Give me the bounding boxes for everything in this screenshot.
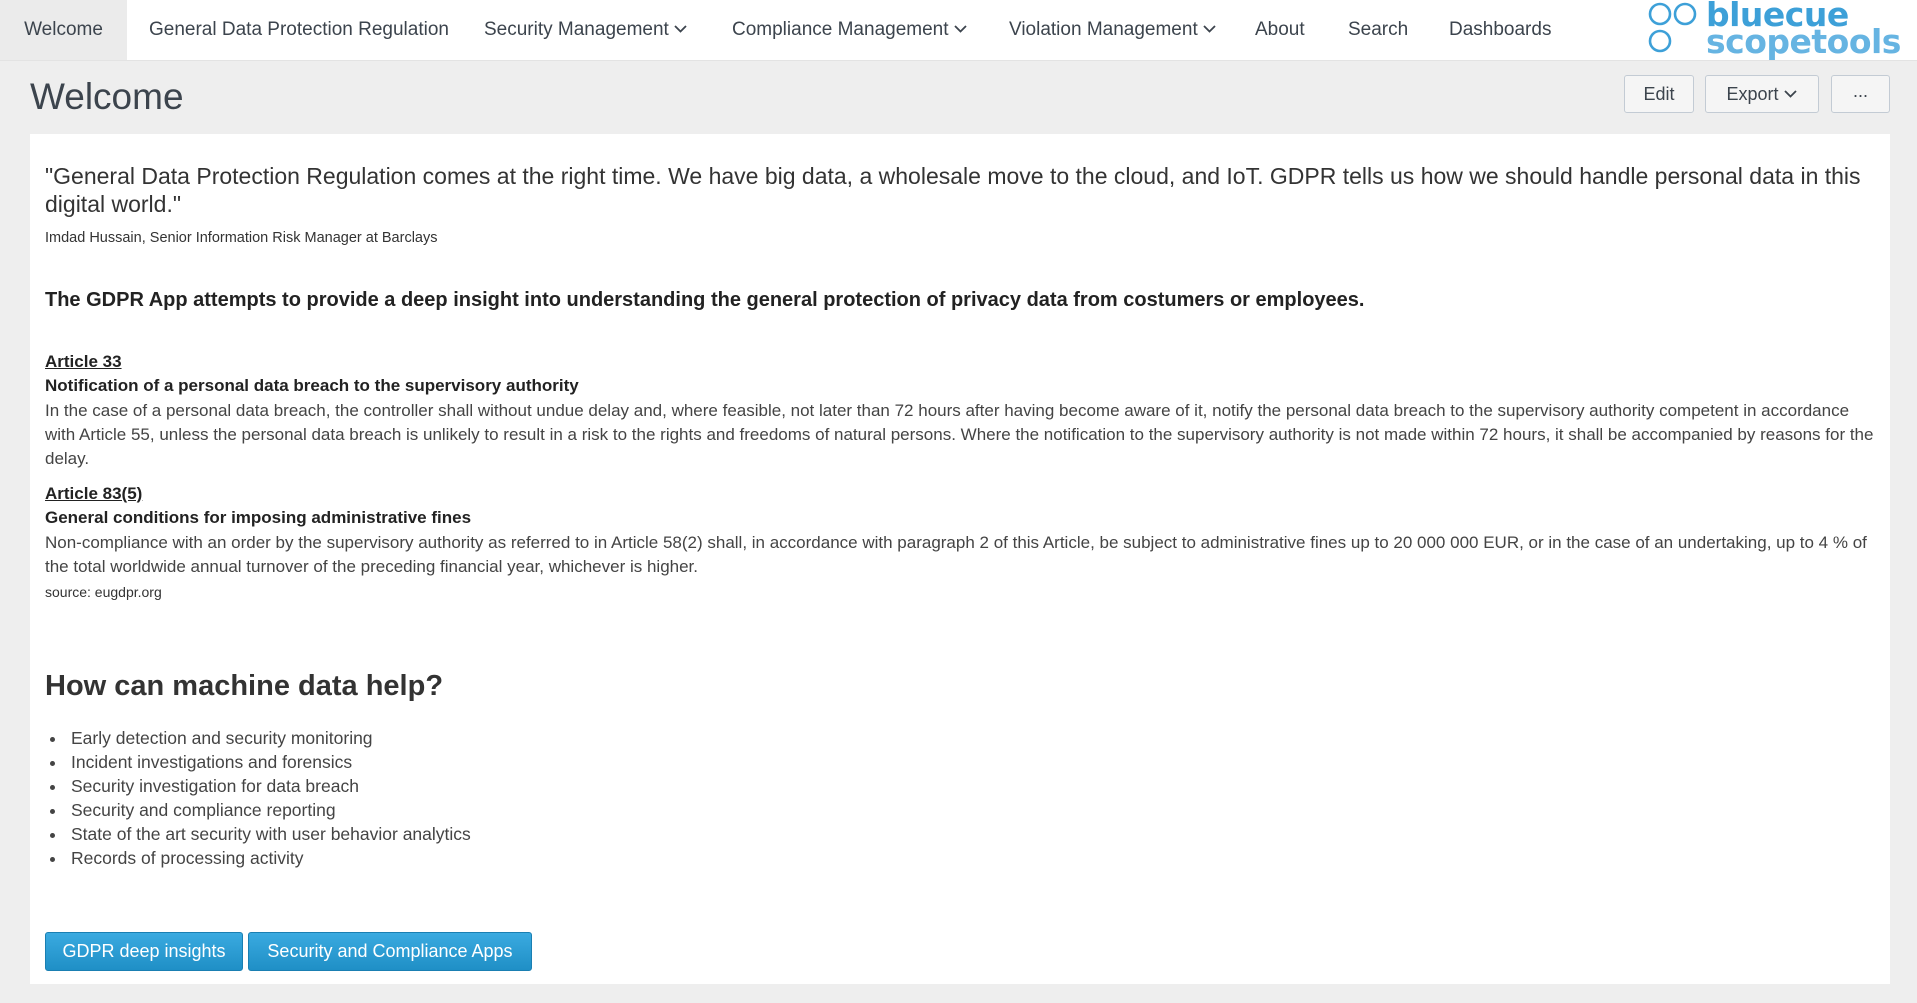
chevron-down-icon: [1783, 89, 1798, 99]
nav-item-violation-management[interactable]: Violation Management: [1009, 0, 1217, 60]
article-33-title: Notification of a personal data breach t…: [45, 376, 579, 395]
nav-item-welcome[interactable]: Welcome: [0, 0, 127, 60]
quote-attribution: Imdad Hussain, Senior Information Risk M…: [45, 230, 438, 246]
nav-item-dashboards[interactable]: Dashboards: [1449, 0, 1551, 60]
top-navbar: Welcome General Data Protection Regulati…: [0, 0, 1917, 61]
bluecue-scopetools-logo[interactable]: bluecue scopetools: [1648, 0, 1901, 59]
article-33-body: In the case of a personal data breach, t…: [45, 401, 1874, 468]
chevron-down-icon: [673, 24, 688, 34]
page-title: Welcome: [30, 76, 184, 117]
chevron-down-icon: [953, 24, 968, 34]
nav-item-gdpr[interactable]: General Data Protection Regulation: [149, 0, 449, 60]
nav-item-search[interactable]: Search: [1348, 0, 1408, 60]
quote-text: "General Data Protection Regulation come…: [45, 163, 1861, 217]
list-item: Records of processing activity: [67, 846, 471, 870]
nav-item-label: Violation Management: [1009, 19, 1198, 40]
list-item: State of the art security with user beha…: [67, 822, 471, 846]
list-item: Incident investigations and forensics: [67, 750, 471, 774]
nav-item-compliance-management[interactable]: Compliance Management: [732, 0, 968, 60]
article-83-5-title: General conditions for imposing administ…: [45, 508, 472, 527]
section-heading: How can machine data help?: [45, 670, 444, 702]
article-83-5-link[interactable]: Article 83(5): [45, 484, 142, 504]
list-item: Security and compliance reporting: [67, 798, 471, 822]
article-83-5-body: Non-compliance with an order by the supe…: [45, 533, 1867, 576]
nav-item-label: Compliance Management: [732, 19, 949, 40]
logo-circles-icon: [1648, 2, 1697, 53]
export-button[interactable]: Export: [1705, 75, 1819, 113]
chevron-down-icon: [1202, 24, 1217, 34]
gdpr-deep-insights-button[interactable]: GDPR deep insights: [45, 932, 243, 971]
list-item: Security investigation for data breach: [67, 774, 471, 798]
benefits-list: Early detection and security monitoring …: [45, 726, 471, 870]
nav-item-about[interactable]: About: [1255, 0, 1305, 60]
source-note: source: eugdpr.org: [45, 584, 162, 600]
lead-paragraph: The GDPR App attempts to provide a deep …: [45, 289, 1365, 311]
content-panel: "General Data Protection Regulation come…: [30, 134, 1890, 984]
export-button-label: Export: [1726, 84, 1779, 104]
nav-item-label: Security Management: [484, 19, 669, 40]
logo-text-scopetools: scopetools: [1706, 22, 1901, 61]
more-options-button[interactable]: ...: [1831, 75, 1890, 113]
article-33-link[interactable]: Article 33: [45, 352, 122, 372]
list-item: Early detection and security monitoring: [67, 726, 471, 750]
edit-button[interactable]: Edit: [1624, 75, 1694, 113]
nav-item-security-management[interactable]: Security Management: [484, 0, 688, 60]
security-compliance-apps-button[interactable]: Security and Compliance Apps: [248, 932, 532, 971]
